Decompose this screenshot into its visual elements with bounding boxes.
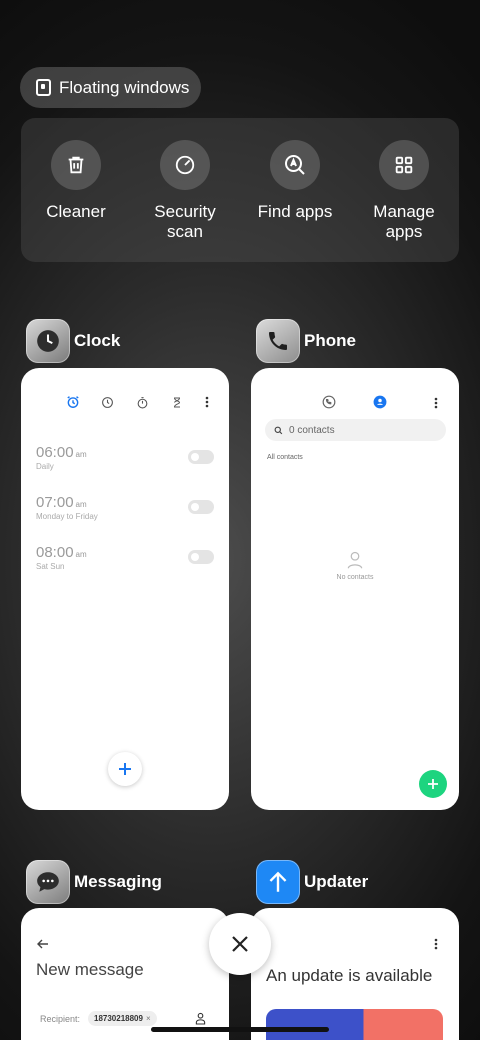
alarm-toggle[interactable] [188, 550, 214, 564]
updater-app-card[interactable]: An update is available [251, 908, 459, 1040]
chip-close-icon[interactable]: × [146, 1014, 151, 1023]
floating-window-icon [36, 79, 51, 96]
alarm-ampm: am [75, 500, 87, 509]
updater-app-header[interactable]: Updater [256, 860, 368, 904]
clear-all-button[interactable] [209, 913, 271, 975]
recents-tab-icon[interactable] [322, 395, 336, 414]
alarm-toggle[interactable] [188, 450, 214, 464]
update-available-title: An update is available [266, 966, 433, 985]
updater-app-icon [256, 860, 300, 904]
trash-icon [51, 140, 101, 190]
security-scan-button[interactable]: Security scan [135, 140, 235, 242]
contacts-search-input[interactable]: 0 contacts [265, 419, 446, 441]
stopwatch-tab-icon[interactable] [134, 394, 150, 410]
alarm-ampm: am [75, 450, 87, 459]
alarm-time: 08:00 [36, 544, 74, 561]
plus-icon [428, 779, 438, 789]
back-arrow-icon[interactable] [37, 936, 49, 954]
clock-app-icon [26, 319, 70, 363]
contacts-tab-icon[interactable] [373, 395, 387, 414]
phone-app-icon [256, 319, 300, 363]
more-options-icon[interactable] [434, 396, 438, 414]
all-contacts-filter[interactable]: All contacts [267, 454, 303, 461]
empty-state: No contacts [251, 550, 459, 581]
messaging-app-name: Messaging [74, 872, 162, 891]
security-scan-label: Security scan [154, 202, 216, 241]
recipient-number: 18730218809 [94, 1014, 143, 1023]
search-app-icon [270, 140, 320, 190]
home-indicator[interactable] [151, 1027, 329, 1032]
world-clock-tab-icon[interactable] [99, 394, 115, 410]
alarm-time: 07:00 [36, 494, 74, 511]
messaging-app-header[interactable]: Messaging [26, 860, 162, 904]
floating-windows-label: Floating windows [59, 77, 190, 97]
find-apps-button[interactable]: Find apps [245, 140, 345, 222]
quick-tools-panel: Cleaner Security scan Find apps Manage a… [21, 118, 459, 262]
messaging-app-card[interactable]: New message Recipient: 18730218809 × [21, 908, 229, 1040]
clock-app-card[interactable]: 06:00 am Daily 07:00 am Monday to Friday 0… [21, 368, 229, 810]
cleaner-button[interactable]: Cleaner [26, 140, 126, 222]
add-alarm-button[interactable] [108, 752, 142, 786]
manage-apps-label: Manage apps [373, 202, 435, 241]
grid-icon [379, 140, 429, 190]
alarm-tab-icon[interactable] [65, 394, 81, 410]
floating-windows-button[interactable]: Floating windows [20, 67, 201, 108]
more-options-icon[interactable] [199, 394, 215, 410]
phone-app-header[interactable]: Phone [256, 319, 356, 363]
messaging-app-icon [26, 860, 70, 904]
new-message-title: New message [36, 960, 144, 979]
cleaner-label: Cleaner [46, 202, 106, 221]
manage-apps-button[interactable]: Manage apps [354, 140, 454, 242]
all-contacts-label: All contacts [267, 454, 303, 461]
update-banner-image [266, 1009, 443, 1040]
alarm-repeat: Daily [36, 462, 54, 471]
phone-app-card[interactable]: 0 contacts All contacts No contacts [251, 368, 459, 810]
close-icon [232, 936, 248, 952]
timer-tab-icon[interactable] [169, 394, 185, 410]
alarm-time: 06:00 [36, 444, 74, 461]
plus-icon [119, 763, 131, 775]
phone-app-name: Phone [304, 331, 356, 350]
alarm-ampm: am [75, 550, 87, 559]
find-apps-label: Find apps [257, 202, 333, 221]
empty-text: No contacts [336, 574, 374, 581]
alarm-repeat: Monday to Friday [36, 512, 98, 521]
alarm-repeat: Sat Sun [36, 562, 65, 571]
more-options-icon[interactable] [434, 937, 438, 955]
search-placeholder: 0 contacts [289, 424, 335, 436]
clock-app-name: Clock [74, 331, 121, 350]
clock-tabs [21, 394, 229, 410]
updater-app-name: Updater [304, 872, 369, 891]
alarm-toggle[interactable] [188, 500, 214, 514]
add-contact-button[interactable] [419, 770, 447, 798]
search-icon [274, 426, 283, 434]
clock-app-header[interactable]: Clock [26, 319, 120, 363]
shield-scan-icon [160, 140, 210, 190]
recipient-label: Recipient: [40, 1014, 81, 1024]
recipient-chip[interactable]: 18730218809 × [88, 1011, 157, 1026]
person-icon [347, 551, 363, 569]
